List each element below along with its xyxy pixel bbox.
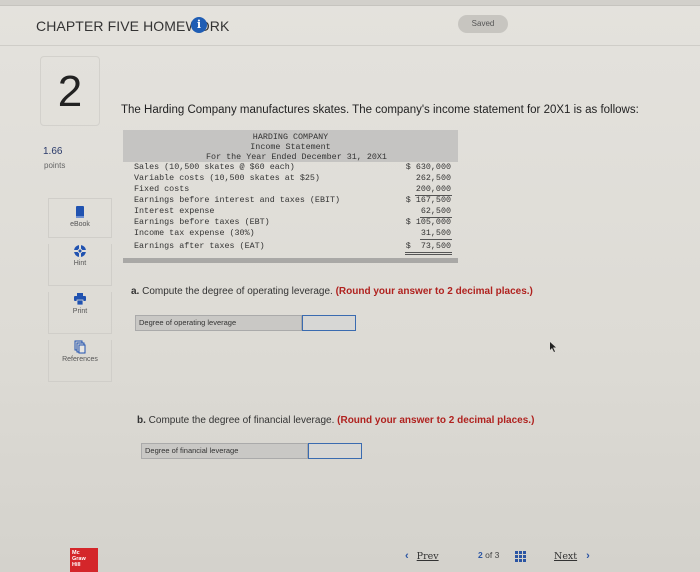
operating-leverage-answer-row: Degree of operating leverage (135, 315, 356, 331)
page-indicator: 2 of 3 (478, 550, 499, 560)
hint-button[interactable]: Hint (48, 244, 112, 286)
row-label: Earnings before interest and taxes (EBIT… (134, 195, 341, 205)
statement-title: Income Statement (250, 142, 331, 152)
statement-row: Earnings after taxes (EAT) $ 73,500 (123, 241, 458, 255)
part-b-prefix: b. (137, 415, 146, 426)
grid-view-icon[interactable] (515, 551, 526, 562)
statement-period: For the Year Ended December 31, 20X1 (206, 152, 387, 162)
question-tools: eBook Hint Print References (48, 198, 112, 382)
financial-leverage-input[interactable] (308, 443, 362, 459)
question-number: 2 (40, 56, 100, 126)
lifebuoy-icon (74, 245, 86, 257)
documents-icon (74, 340, 86, 354)
mcgraw-hill-logo: Mc Graw Hill (70, 548, 98, 572)
total-pages: 3 (494, 550, 500, 560)
row-amount: 262,500 (415, 173, 451, 183)
row-label: Sales (10,500 skates @ $60 each) (134, 162, 295, 172)
saved-status-badge: Saved (458, 15, 508, 33)
of-label: of (485, 550, 493, 560)
next-label: Next (554, 550, 578, 562)
row-label: Earnings before taxes (EBT) (134, 217, 270, 227)
ebook-label: eBook (70, 221, 90, 228)
references-button[interactable]: References (48, 340, 112, 382)
row-label: Earnings after taxes (EAT) (134, 241, 265, 251)
row-amount: $ 73,500 (404, 241, 452, 255)
part-b-question: b. Compute the degree of financial lever… (137, 415, 534, 426)
statement-row: Fixed costs 200,000 (123, 184, 458, 196)
part-a-rounding-note: (Round your answer to 2 decimal places.) (335, 286, 533, 297)
hint-label: Hint (73, 260, 87, 267)
income-statement: HARDING COMPANY Income Statement For the… (123, 130, 458, 263)
part-b-text: Compute the degree of financial leverage… (148, 415, 335, 426)
row-amount: $ 630,000 (405, 162, 451, 172)
mouse-cursor-icon (550, 342, 556, 352)
question-intro: The Harding Company manufactures skates.… (121, 104, 639, 116)
assignment-header: CHAPTER FIVE HOMEWORK i Saved (0, 6, 700, 46)
row-amount: $ 105,000 (405, 217, 451, 227)
financial-leverage-answer-row: Degree of financial leverage (141, 443, 362, 459)
printer-icon (74, 293, 86, 306)
financial-leverage-label: Degree of financial leverage (141, 443, 308, 459)
part-b-rounding-note: (Round your answer to 2 decimal places.) (337, 415, 535, 426)
info-icon[interactable]: i (191, 17, 207, 33)
statement-row: Interest expense 62,500 (123, 206, 458, 218)
print-button[interactable]: Print (48, 292, 112, 334)
next-button[interactable]: Next › (554, 550, 590, 562)
points-value: 1.66 (43, 146, 63, 157)
operating-leverage-label: Degree of operating leverage (135, 315, 302, 331)
operating-leverage-input[interactable] (302, 315, 356, 331)
current-page: 2 (478, 550, 483, 560)
logo-line: Hill (72, 562, 81, 568)
book-icon (76, 206, 84, 218)
row-label: Variable costs (10,500 skates at $25) (134, 173, 320, 183)
statement-row: Earnings before interest and taxes (EBIT… (123, 195, 458, 206)
references-label: References (62, 356, 98, 363)
row-label: Fixed costs (134, 184, 190, 194)
statement-row: Income tax expense (30%) 31,500 (123, 228, 458, 240)
statement-row: Earnings before taxes (EBT) $ 105,000 (123, 217, 458, 228)
chevron-left-icon: ‹ (405, 550, 409, 562)
statement-row: Sales (10,500 skates @ $60 each) $ 630,0… (123, 162, 458, 173)
part-a-question: a. Compute the degree of operating lever… (131, 286, 533, 297)
ebook-button[interactable]: eBook (48, 198, 112, 238)
part-a-prefix: a. (131, 286, 140, 297)
part-a-text: Compute the degree of operating leverage… (142, 286, 333, 297)
prev-label: Prev (416, 550, 439, 562)
row-label: Income tax expense (30%) (134, 228, 255, 238)
chevron-right-icon: › (586, 550, 590, 562)
row-amount: 31,500 (419, 228, 452, 240)
statement-footer-bar (123, 258, 458, 263)
statement-header: HARDING COMPANY Income Statement For the… (123, 130, 458, 162)
row-amount: $ 167,500 (405, 195, 451, 205)
statement-row: Variable costs (10,500 skates at $25) 26… (123, 173, 458, 184)
row-label: Interest expense (134, 206, 215, 216)
prev-button[interactable]: ‹ Prev (405, 550, 439, 562)
company-name: HARDING COMPANY (252, 132, 329, 142)
points-label: points (44, 161, 66, 170)
print-label: Print (72, 308, 88, 315)
